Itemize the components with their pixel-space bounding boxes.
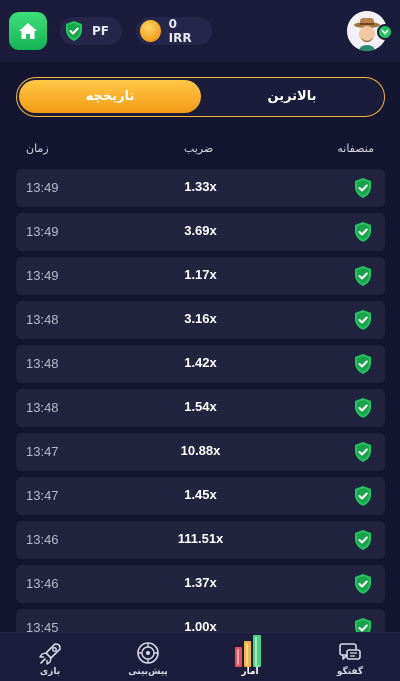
home-button[interactable] (9, 12, 47, 50)
round-multiplier: 1.54x (184, 399, 217, 414)
nav-game[interactable]: بازی (10, 633, 90, 681)
round-row[interactable]: 13:46 1.37x (16, 565, 385, 603)
shield-check-icon[interactable] (353, 573, 373, 595)
tab-history[interactable]: تاریخچه (19, 80, 201, 113)
round-multiplier: 1.42x (184, 355, 217, 370)
chat-icon (339, 643, 361, 660)
round-multiplier: 1.45x (184, 487, 217, 502)
shield-check-icon[interactable] (353, 617, 373, 632)
nav-stats-label: آمار (241, 667, 259, 677)
history-tabs: تاریخچه بالاترین (16, 77, 385, 117)
nav-chat[interactable]: گفتگو (310, 633, 390, 681)
round-row[interactable]: 13:49 1.33x (16, 169, 385, 207)
column-header-provably-fair: منصفانه (337, 142, 374, 155)
round-multiplier: 1.17x (184, 267, 217, 282)
nav-game-label: بازی (39, 667, 61, 677)
shield-check-icon[interactable] (353, 265, 373, 287)
nav-chat-label: گفتگو (336, 667, 364, 677)
pf-label: PF (92, 24, 109, 38)
shield-check-icon[interactable] (353, 353, 373, 375)
bottom-nav: بازی پیش‌بینی آمار گفتگو (0, 632, 400, 681)
round-row[interactable]: 13:49 1.17x (16, 257, 385, 295)
shield-check-icon[interactable] (353, 441, 373, 463)
nav-stats[interactable]: آمار (210, 633, 290, 681)
rounds-list[interactable]: 13:49 1.33x 13:49 3.69x 13:49 1.17x 13:48 3.16x… (0, 169, 400, 632)
round-multiplier: 3.16x (184, 311, 217, 326)
shield-check-icon[interactable] (353, 397, 373, 419)
tab-top[interactable]: بالاترین (203, 80, 381, 113)
coin-icon (140, 20, 161, 42)
home-icon (19, 23, 37, 39)
provably-fair-chip[interactable]: PF (60, 17, 122, 45)
round-multiplier: 1.37x (184, 575, 217, 590)
shield-check-icon[interactable] (353, 529, 373, 551)
round-multiplier: 1.33x (184, 179, 217, 194)
shield-check-icon[interactable] (353, 177, 373, 199)
bar-chart-icon (235, 635, 261, 667)
round-row[interactable]: 13:49 3.69x (16, 213, 385, 251)
round-multiplier: 1.00x (184, 619, 217, 632)
shield-check-icon[interactable] (353, 485, 373, 507)
top-bar: PF 0 IRR (0, 0, 400, 62)
nav-prediction-label: پیش‌بینی (128, 667, 168, 677)
shield-check-icon[interactable] (353, 221, 373, 243)
rocket-icon (39, 643, 61, 665)
round-row[interactable]: 13:47 1.45x (16, 477, 385, 515)
balance-chip[interactable]: 0 IRR (136, 17, 212, 45)
balance-label: 0 IRR (168, 17, 192, 45)
round-row[interactable]: 13:46 111.51x (16, 521, 385, 559)
shield-check-icon (66, 21, 82, 41)
column-header-multiplier: ضریب (184, 142, 214, 155)
round-row[interactable]: 13:48 1.42x (16, 345, 385, 383)
round-row[interactable]: 13:48 3.16x (16, 301, 385, 339)
column-header-time: زمان (26, 142, 49, 155)
wheel-icon (137, 642, 159, 664)
round-multiplier: 10.88x (180, 443, 221, 458)
round-row[interactable]: 13:45 1.00x (16, 609, 385, 632)
chevron-down-icon[interactable] (377, 24, 393, 40)
shield-check-icon[interactable] (353, 309, 373, 331)
round-row[interactable]: 13:48 1.54x (16, 389, 385, 427)
round-multiplier: 3.69x (184, 223, 217, 238)
round-multiplier: 111.51x (177, 531, 224, 546)
round-row[interactable]: 13:47 10.88x (16, 433, 385, 471)
nav-prediction[interactable]: پیش‌بینی (108, 633, 188, 681)
